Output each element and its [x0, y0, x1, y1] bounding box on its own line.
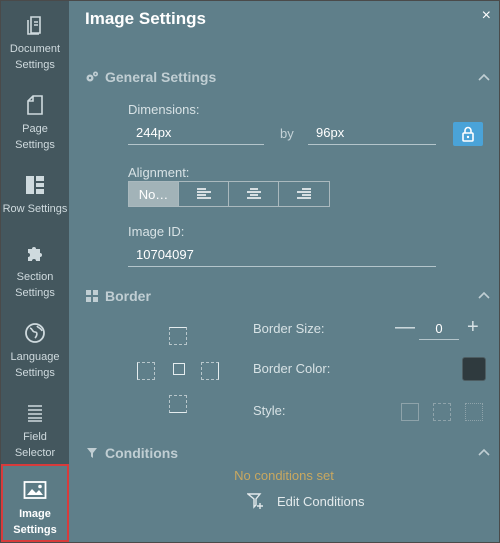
section-heading: General Settings [105, 69, 217, 85]
image-id-label: Image ID: [128, 224, 185, 239]
row-layout-icon [23, 173, 47, 197]
align-none-button[interactable]: No… [129, 182, 179, 206]
border-style-dotted[interactable] [465, 403, 483, 421]
image-id-field[interactable] [128, 243, 436, 267]
align-center-button[interactable] [229, 182, 279, 206]
rail-label: Section [16, 271, 54, 283]
border-icon [85, 289, 99, 303]
rail-label: Language [10, 351, 60, 363]
border-right-toggle[interactable] [201, 362, 219, 380]
border-bottom-toggle[interactable] [169, 395, 187, 413]
chevron-up-icon[interactable] [477, 445, 491, 459]
section-border[interactable]: Border [85, 286, 151, 306]
border-style-label: Style: [253, 403, 286, 418]
height-input[interactable] [308, 121, 436, 145]
panel-header: Image Settings × [69, 1, 499, 37]
border-size-input[interactable] [419, 318, 459, 340]
dimensions-label: Dimensions: [128, 102, 200, 117]
rail-label: Settings [15, 287, 55, 299]
edit-conditions-button[interactable]: Edit Conditions [247, 492, 364, 510]
rail-label: Settings [15, 139, 55, 151]
border-color-label: Border Color: [253, 361, 331, 376]
image-settings-panel: Image Settings × General Settings Dimens… [69, 1, 499, 542]
border-left-toggle[interactable] [137, 362, 155, 380]
rail-label: Settings [15, 59, 55, 71]
align-left-button[interactable] [179, 182, 229, 206]
rail-label: Page [22, 123, 48, 135]
border-all-toggle[interactable] [173, 363, 185, 375]
left-nav-rail: Document Settings Page Settings Row Settin… [1, 1, 69, 542]
chevron-up-icon[interactable] [477, 288, 491, 302]
alignment-label: Alignment: [128, 165, 190, 180]
rail-item-section-settings[interactable]: Section Settings [1, 229, 69, 309]
border-style-solid[interactable] [401, 403, 419, 421]
image-icon [23, 478, 47, 502]
list-icon [23, 401, 47, 425]
by-label: by [280, 126, 294, 141]
rail-item-page-settings[interactable]: Page Settings [1, 81, 69, 161]
rail-item-document-settings[interactable]: Document Settings [1, 1, 69, 81]
border-size-increase[interactable]: + [467, 317, 479, 337]
no-conditions-text: No conditions set [234, 468, 334, 483]
chevron-up-icon[interactable] [477, 70, 491, 84]
filter-add-icon [247, 493, 263, 509]
align-left-icon [196, 188, 211, 199]
page-icon [23, 93, 47, 117]
rail-label: Selector [14, 447, 56, 459]
border-style-dashed[interactable] [433, 403, 451, 421]
document-icon [23, 13, 47, 37]
filter-icon [85, 446, 99, 460]
rail-label: Field [23, 431, 47, 443]
width-input[interactable] [128, 121, 264, 145]
border-top-toggle[interactable] [169, 327, 187, 345]
rail-item-language-settings[interactable]: Language Settings [1, 309, 69, 389]
lock-icon [462, 126, 474, 142]
rail-label: Settings [13, 524, 57, 536]
border-color-swatch[interactable] [462, 357, 486, 381]
alignment-group: No… [128, 181, 330, 207]
section-heading: Border [105, 288, 151, 304]
section-general-settings[interactable]: General Settings [85, 67, 216, 87]
lock-aspect-button[interactable] [453, 122, 483, 146]
border-size-label: Border Size: [253, 321, 325, 336]
rail-label: Settings [15, 367, 55, 379]
edit-conditions-label: Edit Conditions [277, 493, 365, 509]
rail-label: Image [19, 508, 51, 520]
section-heading: Conditions [105, 445, 179, 461]
globe-icon [23, 321, 47, 345]
rail-label: Row Settings [2, 203, 68, 215]
align-right-button[interactable] [279, 182, 329, 206]
rail-label: Document [9, 43, 61, 55]
rail-item-image-settings[interactable]: Image Settings [1, 464, 69, 542]
gears-icon [85, 70, 99, 84]
close-icon[interactable]: × [482, 7, 491, 25]
panel-title: Image Settings [85, 9, 206, 28]
puzzle-icon [23, 241, 47, 265]
border-size-decrease[interactable]: — [395, 317, 415, 337]
align-right-icon [297, 188, 311, 199]
section-conditions[interactable]: Conditions [85, 443, 178, 463]
rail-item-field-selector[interactable]: Field Selector [1, 389, 69, 469]
align-center-icon [246, 188, 261, 199]
